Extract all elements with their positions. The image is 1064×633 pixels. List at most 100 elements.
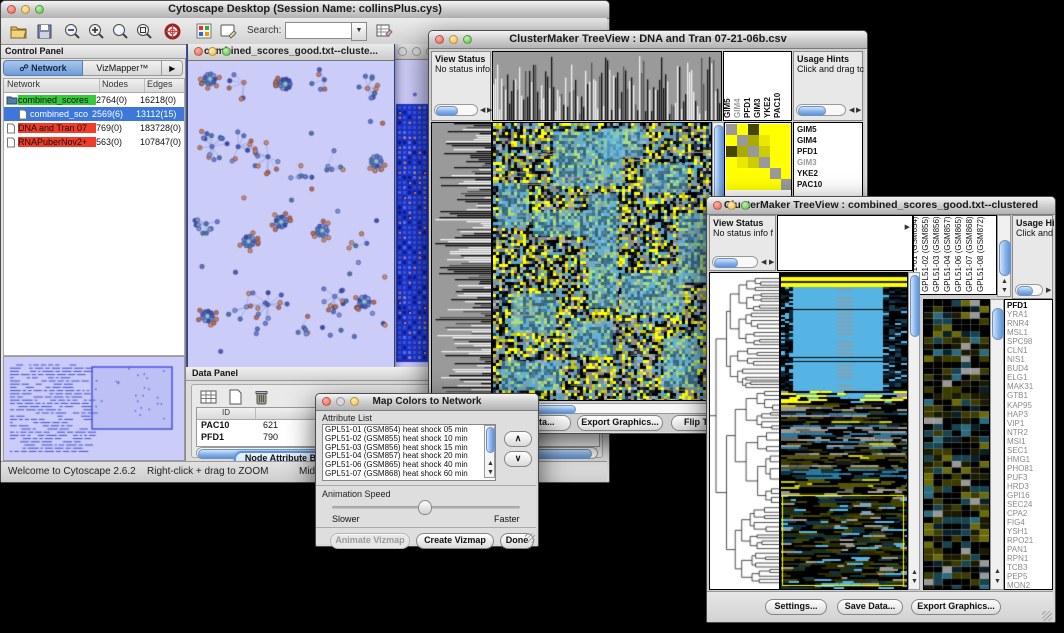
open-folder-icon[interactable] (7, 21, 29, 41)
col-header-edges[interactable]: Edges (145, 79, 173, 92)
matrix-cell (759, 179, 770, 190)
frame-close-button[interactable] (194, 47, 203, 56)
zoom-button[interactable] (463, 35, 472, 44)
scroll-down-arrow[interactable]: ▼ (487, 469, 494, 476)
scroll-up-arrow[interactable]: ▲ (911, 569, 918, 576)
save-icon[interactable] (33, 21, 55, 41)
network-canvas[interactable] (188, 61, 392, 366)
scroll-left-arrow[interactable]: ◀ (761, 259, 766, 266)
zoom-fit-icon[interactable] (133, 21, 155, 41)
scroll-down-arrow[interactable]: ▼ (994, 578, 1001, 585)
combined-settings-button[interactable]: Settings... (765, 599, 827, 615)
attribute-list-scrollbar[interactable]: ▲ ▼ (484, 425, 495, 478)
zoom-button[interactable] (35, 5, 44, 14)
resize-grip[interactable] (525, 533, 535, 543)
col-header-nodes[interactable]: Nodes (100, 79, 145, 92)
matrix-cell (759, 146, 770, 157)
combined-export-graphics-button[interactable]: Export Graphics... (911, 599, 1001, 615)
new-attribute-icon[interactable] (224, 387, 246, 407)
tab-network[interactable]: ☍ Network (3, 60, 83, 76)
scroll-down-arrow[interactable]: ▼ (1001, 287, 1008, 294)
treeview-dna-titlebar[interactable]: ClusterMaker TreeView : DNA and Tran 07-… (429, 31, 867, 49)
view-status-scrollbar[interactable] (434, 104, 478, 116)
help-ring-icon[interactable] (161, 21, 183, 41)
table-edit-icon[interactable] (373, 21, 395, 41)
network-row[interactable]: RNAPuberNov2+563(0)107847(0) (4, 135, 184, 149)
zoom-selected-icon[interactable] (109, 21, 131, 41)
network-row[interactable]: DNA and Tran 07769(0)183728(0) (4, 121, 184, 135)
treeview-combined-titlebar[interactable]: ClusterMaker TreeView : combined_scores_… (707, 197, 1055, 215)
network-frame-titlebar[interactable]: combined_scores_good.txt--cluste... (188, 44, 394, 61)
attr-col-id[interactable]: ID (197, 408, 256, 419)
scroll-up-arrow[interactable]: ▲ (1001, 278, 1008, 285)
frame-minimize-button[interactable] (208, 47, 217, 56)
network-nodes: 2569(6) (92, 109, 136, 119)
matrix-cell (737, 168, 748, 179)
scroll-down-arrow[interactable]: ▼ (911, 578, 918, 585)
combined-row-dendrogram[interactable] (709, 272, 780, 590)
network-row[interactable]: combined_scores2764(0)16218(0) (4, 93, 184, 107)
scroll-up-arrow[interactable]: ▲ (994, 568, 1001, 575)
close-button[interactable] (7, 5, 16, 14)
minimize-button[interactable] (336, 397, 345, 406)
view-status-scrollbar[interactable] (712, 256, 758, 268)
close-button[interactable] (713, 201, 722, 210)
attribute-item[interactable]: GPL51-07 (GSM868) heat shock 60 min (325, 470, 495, 479)
create-vizmap-button[interactable]: Create Vizmap (416, 533, 494, 549)
combined-column-dendrogram[interactable]: ▶ (777, 215, 913, 271)
dna-row-dendrogram[interactable] (431, 122, 492, 401)
combined-genelist-scrollbar[interactable]: ▲ ▼ (990, 299, 1004, 590)
tab-vizmapper[interactable]: VizMapper™ (83, 60, 162, 76)
gpl-col-label: GPL51-04 (GSM857) (943, 216, 952, 292)
slider-thumb[interactable] (418, 500, 432, 515)
combined-collabel-scrollbar[interactable]: ▲ ▼ (997, 215, 1011, 297)
zoom-button[interactable] (741, 201, 750, 210)
minimize-button[interactable] (727, 201, 736, 210)
main-titlebar[interactable]: Cytoscape Desktop (Session Name: collins… (1, 1, 609, 19)
close-button[interactable] (322, 397, 331, 406)
birdseye-view[interactable] (3, 356, 185, 461)
close-button[interactable] (435, 35, 444, 44)
scroll-up-arrow[interactable]: ▲ (487, 460, 494, 467)
network-row[interactable]: combined_sco2569(6)13112(15) (4, 107, 184, 121)
dialog-titlebar[interactable]: Map Colors to Network (316, 394, 538, 411)
usage-hints-scrollbar[interactable] (1015, 284, 1043, 296)
dna-export-graphics-button[interactable]: Export Graphics... (577, 415, 663, 431)
combined-save-data-button[interactable]: Save Data... (837, 599, 903, 615)
scroll-right-arrow[interactable]: ▶ (856, 107, 861, 114)
move-down-button[interactable]: ∨ (504, 451, 532, 467)
move-up-button[interactable]: ∧ (504, 431, 532, 447)
dna-heatmap[interactable] (492, 122, 712, 401)
gene-label: RPN1 (1007, 554, 1052, 563)
col-header-network[interactable]: Network (4, 79, 100, 92)
combined-heatmap-vscrollbar[interactable]: ▲ ▼ (908, 272, 920, 590)
minimize-button[interactable] (21, 5, 30, 14)
animate-vizmap-button[interactable]: Animate Vizmap (330, 533, 410, 549)
network-edges: 107847(0) (140, 137, 184, 147)
attribute-list[interactable]: GPL51-01 (GSM854) heat shock 05 minGPL51… (322, 424, 496, 481)
network-frame-1[interactable]: combined_scores_good.txt--cluste... (187, 44, 395, 367)
dna-column-dendrogram[interactable] (492, 51, 722, 121)
scroll-left-arrow[interactable]: ◀ (480, 107, 485, 114)
search-dropdown-button[interactable]: ▼ (351, 22, 367, 41)
scroll-left-arrow[interactable]: ◀ (849, 107, 854, 114)
search-input[interactable] (285, 22, 353, 39)
zoom-in-icon[interactable] (85, 21, 107, 41)
annotation-icon[interactable] (217, 21, 239, 41)
scroll-right-arrow[interactable]: ▶ (769, 259, 774, 266)
scroll-right-arrow[interactable]: ▶ (905, 224, 910, 231)
vizmapper-icon[interactable] (193, 21, 215, 41)
zoom-button[interactable] (350, 397, 359, 406)
combined-zoom-heatmap[interactable] (923, 299, 990, 590)
zoom-out-icon[interactable] (61, 21, 83, 41)
attribute-select-icon[interactable] (198, 387, 220, 407)
combined-heatmap[interactable] (780, 272, 908, 590)
minimize-button[interactable] (449, 35, 458, 44)
scroll-right-arrow[interactable]: ▶ (1046, 287, 1051, 294)
delete-attribute-icon[interactable] (250, 387, 272, 407)
dna-zoom-matrix[interactable] (726, 124, 792, 190)
resize-grip[interactable] (1042, 611, 1052, 621)
usage-hints-scrollbar[interactable] (796, 104, 846, 116)
tab-overflow-button[interactable]: ▶ (162, 60, 183, 76)
frame-zoom-button[interactable] (222, 47, 231, 56)
